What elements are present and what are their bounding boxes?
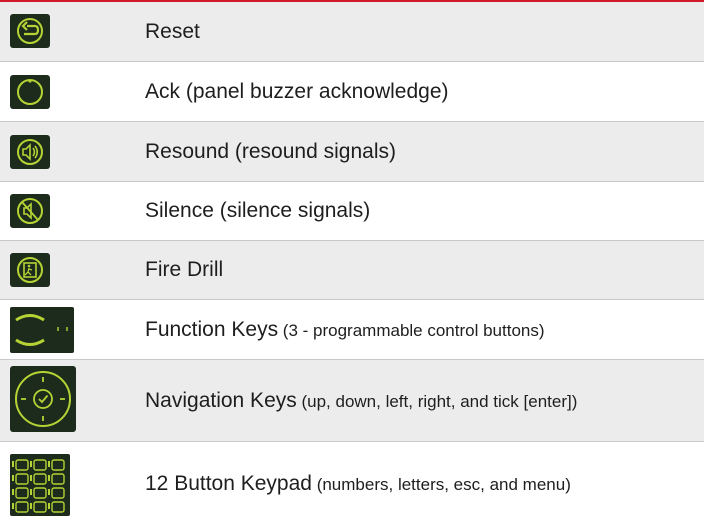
list-item-resound: Resound (resound signals): [0, 122, 704, 182]
row-label: Silence (silence signals): [145, 199, 371, 222]
list-item-keypad: 12 Button Keypad (numbers, letters, esc,…: [0, 442, 704, 526]
silence-icon: [10, 194, 50, 228]
row-label: Function Keys: [145, 317, 279, 341]
fire-drill-icon: [10, 253, 50, 287]
list-item-silence: Silence (silence signals): [0, 182, 704, 241]
row-label: 12 Button Keypad: [145, 472, 312, 495]
row-label-group: 12 Button Keypad (numbers, letters, esc,…: [145, 472, 571, 496]
list-item-ack: Ack (panel buzzer acknowledge): [0, 62, 704, 122]
row-detail: (up, down, left, right, and tick [enter]…: [296, 391, 578, 411]
function-keys-icon: [10, 307, 74, 353]
keypad-icon: [10, 454, 70, 516]
reset-icon: [10, 14, 50, 48]
ack-icon: [10, 75, 50, 109]
list-item-function-keys: Function Keys (3 - programmable control …: [0, 300, 704, 360]
row-detail: (3 - programmable control buttons): [278, 320, 545, 340]
row-label: Reset: [145, 19, 200, 43]
row-label: Fire Drill: [145, 258, 224, 281]
row-detail: (numbers, letters, esc, and menu): [311, 475, 571, 494]
row-label-group: Navigation Keys (up, down, left, right, …: [145, 389, 577, 413]
resound-icon: [10, 135, 50, 169]
list-item-reset: Reset: [0, 2, 704, 62]
row-label: Resound (resound signals): [145, 139, 396, 163]
row-label: Ack (panel buzzer acknowledge): [145, 79, 449, 103]
row-label: Navigation Keys: [145, 388, 297, 412]
navigation-keys-icon: [10, 366, 76, 432]
row-label-group: Function Keys (3 - programmable control …: [145, 318, 545, 342]
list-item-fire-drill: Fire Drill: [0, 241, 704, 300]
list-item-navigation-keys: Navigation Keys (up, down, left, right, …: [0, 360, 704, 442]
